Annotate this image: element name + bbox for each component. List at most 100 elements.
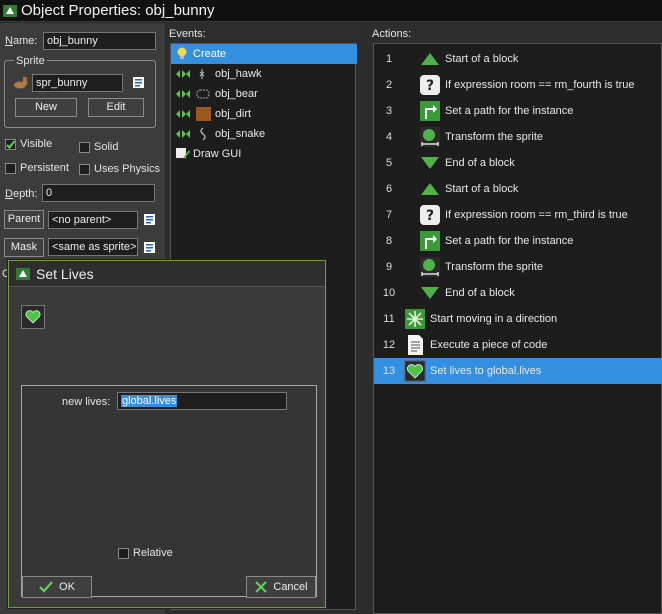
action-number: 1 — [385, 53, 393, 65]
action-row[interactable]: 11 Start moving in a direction — [374, 306, 662, 332]
cancel-button-label: Cancel — [273, 581, 308, 593]
action-number: 11 — [383, 313, 395, 325]
heart-icon — [21, 305, 45, 329]
persistent-checkbox[interactable] — [5, 163, 16, 174]
action-row[interactable]: 7? If expression room == rm_third is true — [374, 202, 662, 228]
collision-icon — [175, 127, 215, 141]
depth-label: Depth: — [5, 188, 38, 200]
action-number: 7 — [385, 209, 393, 221]
triangle-down-icon — [419, 282, 441, 304]
parent-menu-icon[interactable] — [143, 213, 157, 227]
action-label: Start of a block — [445, 183, 519, 195]
event-label: obj_hawk — [215, 68, 262, 80]
event-collision-snake[interactable]: obj_snake — [171, 124, 357, 144]
event-collision-hawk[interactable]: obj_hawk — [171, 64, 357, 84]
new-lives-label: new lives: — [62, 396, 111, 408]
mask-button[interactable]: Mask — [4, 238, 44, 257]
collision-icon — [175, 87, 215, 101]
action-row[interactable]: 4 Transform the sprite — [374, 124, 662, 150]
triangle-up-icon — [419, 48, 441, 70]
action-label: Set a path for the instance — [445, 105, 574, 117]
action-row[interactable]: 9 Transform the sprite — [374, 254, 662, 280]
action-number: 6 — [385, 183, 393, 195]
action-number: 5 — [385, 157, 393, 169]
action-number: 8 — [385, 235, 393, 247]
action-label: If expression room == rm_fourth is true — [445, 79, 635, 91]
transform-icon — [419, 126, 441, 148]
dialog-titlebar: Set Lives — [9, 261, 325, 287]
action-row[interactable]: 8 Set a path for the instance — [374, 228, 662, 254]
lightbulb-icon — [175, 46, 193, 63]
action-row[interactable]: 12 Execute a piece of code — [374, 332, 662, 358]
action-row[interactable]: 6 Start of a block — [374, 176, 662, 202]
svg-text:?: ? — [426, 78, 434, 94]
persistent-label: Persistent — [20, 162, 69, 174]
action-number: 2 — [385, 79, 393, 91]
gamemaker-logo-icon — [2, 3, 18, 19]
visible-label: Visible — [20, 138, 53, 150]
event-label: obj_snake — [215, 128, 266, 140]
sprite-menu-icon[interactable] — [132, 76, 146, 90]
event-collision-bear[interactable]: obj_bear — [171, 84, 357, 104]
actions-header: Actions: — [372, 28, 412, 40]
solid-label: Solid — [94, 141, 119, 153]
mask-menu-icon[interactable] — [143, 241, 157, 255]
solid-checkbox[interactable] — [79, 142, 90, 153]
action-number: 10 — [382, 287, 396, 299]
action-row[interactable]: 3 Set a path for the instance — [374, 98, 662, 124]
set-lives-dialog: Set Lives new lives: global.lives Relati… — [8, 260, 326, 608]
event-label: Create — [193, 48, 227, 60]
sprite-group — [4, 60, 156, 128]
transform-icon — [419, 256, 441, 278]
name-label: Name: — [5, 35, 38, 47]
question-icon: ? — [419, 204, 441, 226]
new-lives-input[interactable]: global.lives — [117, 392, 287, 410]
action-number: 3 — [385, 105, 393, 117]
parent-input[interactable]: <no parent> — [48, 211, 138, 229]
action-row[interactable]: 5 End of a block — [374, 150, 662, 176]
new-sprite-button[interactable]: New — [15, 98, 77, 117]
action-label: Start of a block — [445, 53, 519, 65]
action-label: Execute a piece of code — [430, 339, 548, 351]
cancel-button[interactable]: Cancel — [246, 576, 316, 598]
question-icon: ? — [419, 74, 441, 96]
action-row[interactable]: 13 Set lives to global.lives — [374, 358, 662, 384]
visible-checkbox[interactable] — [5, 139, 16, 150]
svg-text:?: ? — [426, 208, 434, 224]
action-label: End of a block — [445, 157, 515, 169]
ok-button[interactable]: OK — [22, 576, 92, 598]
action-label: Set lives to global.lives — [430, 365, 542, 377]
event-label: obj_dirt — [215, 108, 252, 120]
event-collision-dirt[interactable]: obj_dirt — [171, 104, 357, 124]
gamemaker-logo-icon — [15, 266, 31, 282]
action-number: 4 — [385, 131, 393, 143]
depth-input[interactable]: 0 — [42, 184, 155, 202]
event-draw-gui[interactable]: Draw GUI — [171, 144, 357, 164]
action-number: 13 — [382, 365, 396, 377]
event-label: Draw GUI — [193, 148, 242, 160]
actions-list: 1 Start of a block 2? If expression room ==… — [373, 43, 662, 614]
bunny-sprite-icon — [11, 74, 29, 90]
action-row[interactable]: 2? If expression room == rm_fourth is tru… — [374, 72, 662, 98]
sprite-group-label: Sprite — [14, 55, 47, 67]
sprite-input[interactable]: spr_bunny — [32, 74, 123, 92]
uses-physics-checkbox[interactable] — [79, 164, 90, 175]
heart-icon — [404, 360, 426, 382]
mask-input[interactable]: <same as sprite> — [48, 238, 138, 256]
path-icon — [419, 230, 441, 252]
triangle-down-icon — [419, 152, 441, 174]
action-label: Transform the sprite — [445, 261, 544, 273]
collision-icon — [175, 67, 215, 81]
action-label: Start moving in a direction — [430, 313, 558, 325]
relative-checkbox[interactable] — [118, 548, 129, 559]
action-label: End of a block — [445, 287, 515, 299]
action-label: If expression room == rm_third is true — [445, 209, 628, 221]
actions-panel: Actions: 1 Start of a block 2? If expressio… — [364, 23, 662, 614]
parent-button[interactable]: Parent — [4, 210, 44, 229]
edit-sprite-button[interactable]: Edit — [88, 98, 144, 117]
event-create[interactable]: Create — [171, 44, 357, 64]
name-input[interactable]: obj_bunny — [43, 32, 156, 50]
action-row[interactable]: 10 End of a block — [374, 280, 662, 306]
action-row[interactable]: 1 Start of a block — [374, 46, 662, 72]
uses-physics-label: Uses Physics — [94, 163, 161, 175]
